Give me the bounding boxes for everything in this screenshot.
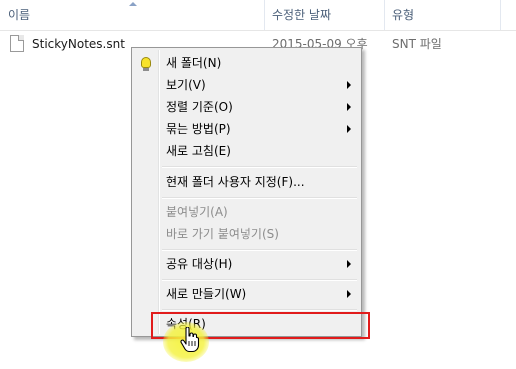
menu-separator [162, 249, 357, 251]
column-header-name[interactable]: 이름 [8, 0, 30, 30]
submenu-arrow-icon [347, 290, 351, 298]
column-header-bar: 이름 수정한 날짜 유형 [0, 0, 516, 31]
file-icon [10, 35, 24, 52]
menu-item-view[interactable]: 보기(V) [134, 74, 359, 96]
column-divider[interactable] [500, 0, 501, 30]
menu-separator [162, 279, 357, 281]
hand-cursor-icon [180, 327, 200, 353]
menu-item-label: 새 폴더(N) [166, 56, 222, 70]
menu-item-share-with[interactable]: 공유 대상(H) [134, 253, 359, 275]
column-divider[interactable] [264, 0, 265, 30]
column-header-type[interactable]: 유형 [392, 0, 414, 30]
file-type: SNT 파일 [392, 37, 442, 51]
menu-item-label: 현재 폴더 사용자 지정(F)... [166, 175, 305, 189]
menu-item-new[interactable]: 새로 만들기(W) [134, 283, 359, 305]
menu-item-label: 붙여넣기(A) [166, 205, 228, 219]
menu-item-label: 새로 고침(E) [166, 144, 231, 158]
menu-item-label: 묶는 방법(P) [166, 122, 231, 136]
submenu-arrow-icon [347, 125, 351, 133]
menu-item-refresh[interactable]: 새로 고침(E) [134, 140, 359, 162]
menu-item-customize-folder[interactable]: 현재 폴더 사용자 지정(F)... [134, 171, 359, 193]
explorer-window: 이름 수정한 날짜 유형 StickyNotes.snt 2015-05-09 … [0, 0, 516, 369]
submenu-arrow-icon [347, 260, 351, 268]
menu-separator [162, 166, 357, 168]
menu-item-label: 정렬 기준(O) [166, 100, 233, 114]
column-divider[interactable] [384, 0, 385, 30]
menu-item-new-folder[interactable]: 새 폴더(N) [134, 52, 359, 74]
menu-item-label: 공유 대상(H) [166, 257, 233, 271]
file-name: StickyNotes.snt [32, 37, 125, 51]
menu-item-label: 바로 가기 붙여넣기(S) [166, 227, 279, 241]
menu-item-group-by[interactable]: 묶는 방법(P) [134, 118, 359, 140]
menu-item-label: 보기(V) [166, 78, 206, 92]
menu-item-paste[interactable]: 붙여넣기(A) [134, 201, 359, 223]
menu-item-sort-by[interactable]: 정렬 기준(O) [134, 96, 359, 118]
context-menu: 새 폴더(N) 보기(V) 정렬 기준(O) 묶는 방법(P) 새로 고침(E)… [131, 47, 362, 337]
menu-separator [162, 309, 357, 311]
submenu-arrow-icon [347, 103, 351, 111]
submenu-arrow-icon [347, 81, 351, 89]
sort-arrow-icon [129, 2, 137, 6]
column-header-date-modified[interactable]: 수정한 날짜 [272, 0, 331, 30]
menu-separator [162, 197, 357, 199]
menu-item-label: 새로 만들기(W) [166, 287, 247, 301]
menu-item-paste-shortcut[interactable]: 바로 가기 붙여넣기(S) [134, 223, 359, 245]
lightbulb-icon [141, 57, 151, 71]
